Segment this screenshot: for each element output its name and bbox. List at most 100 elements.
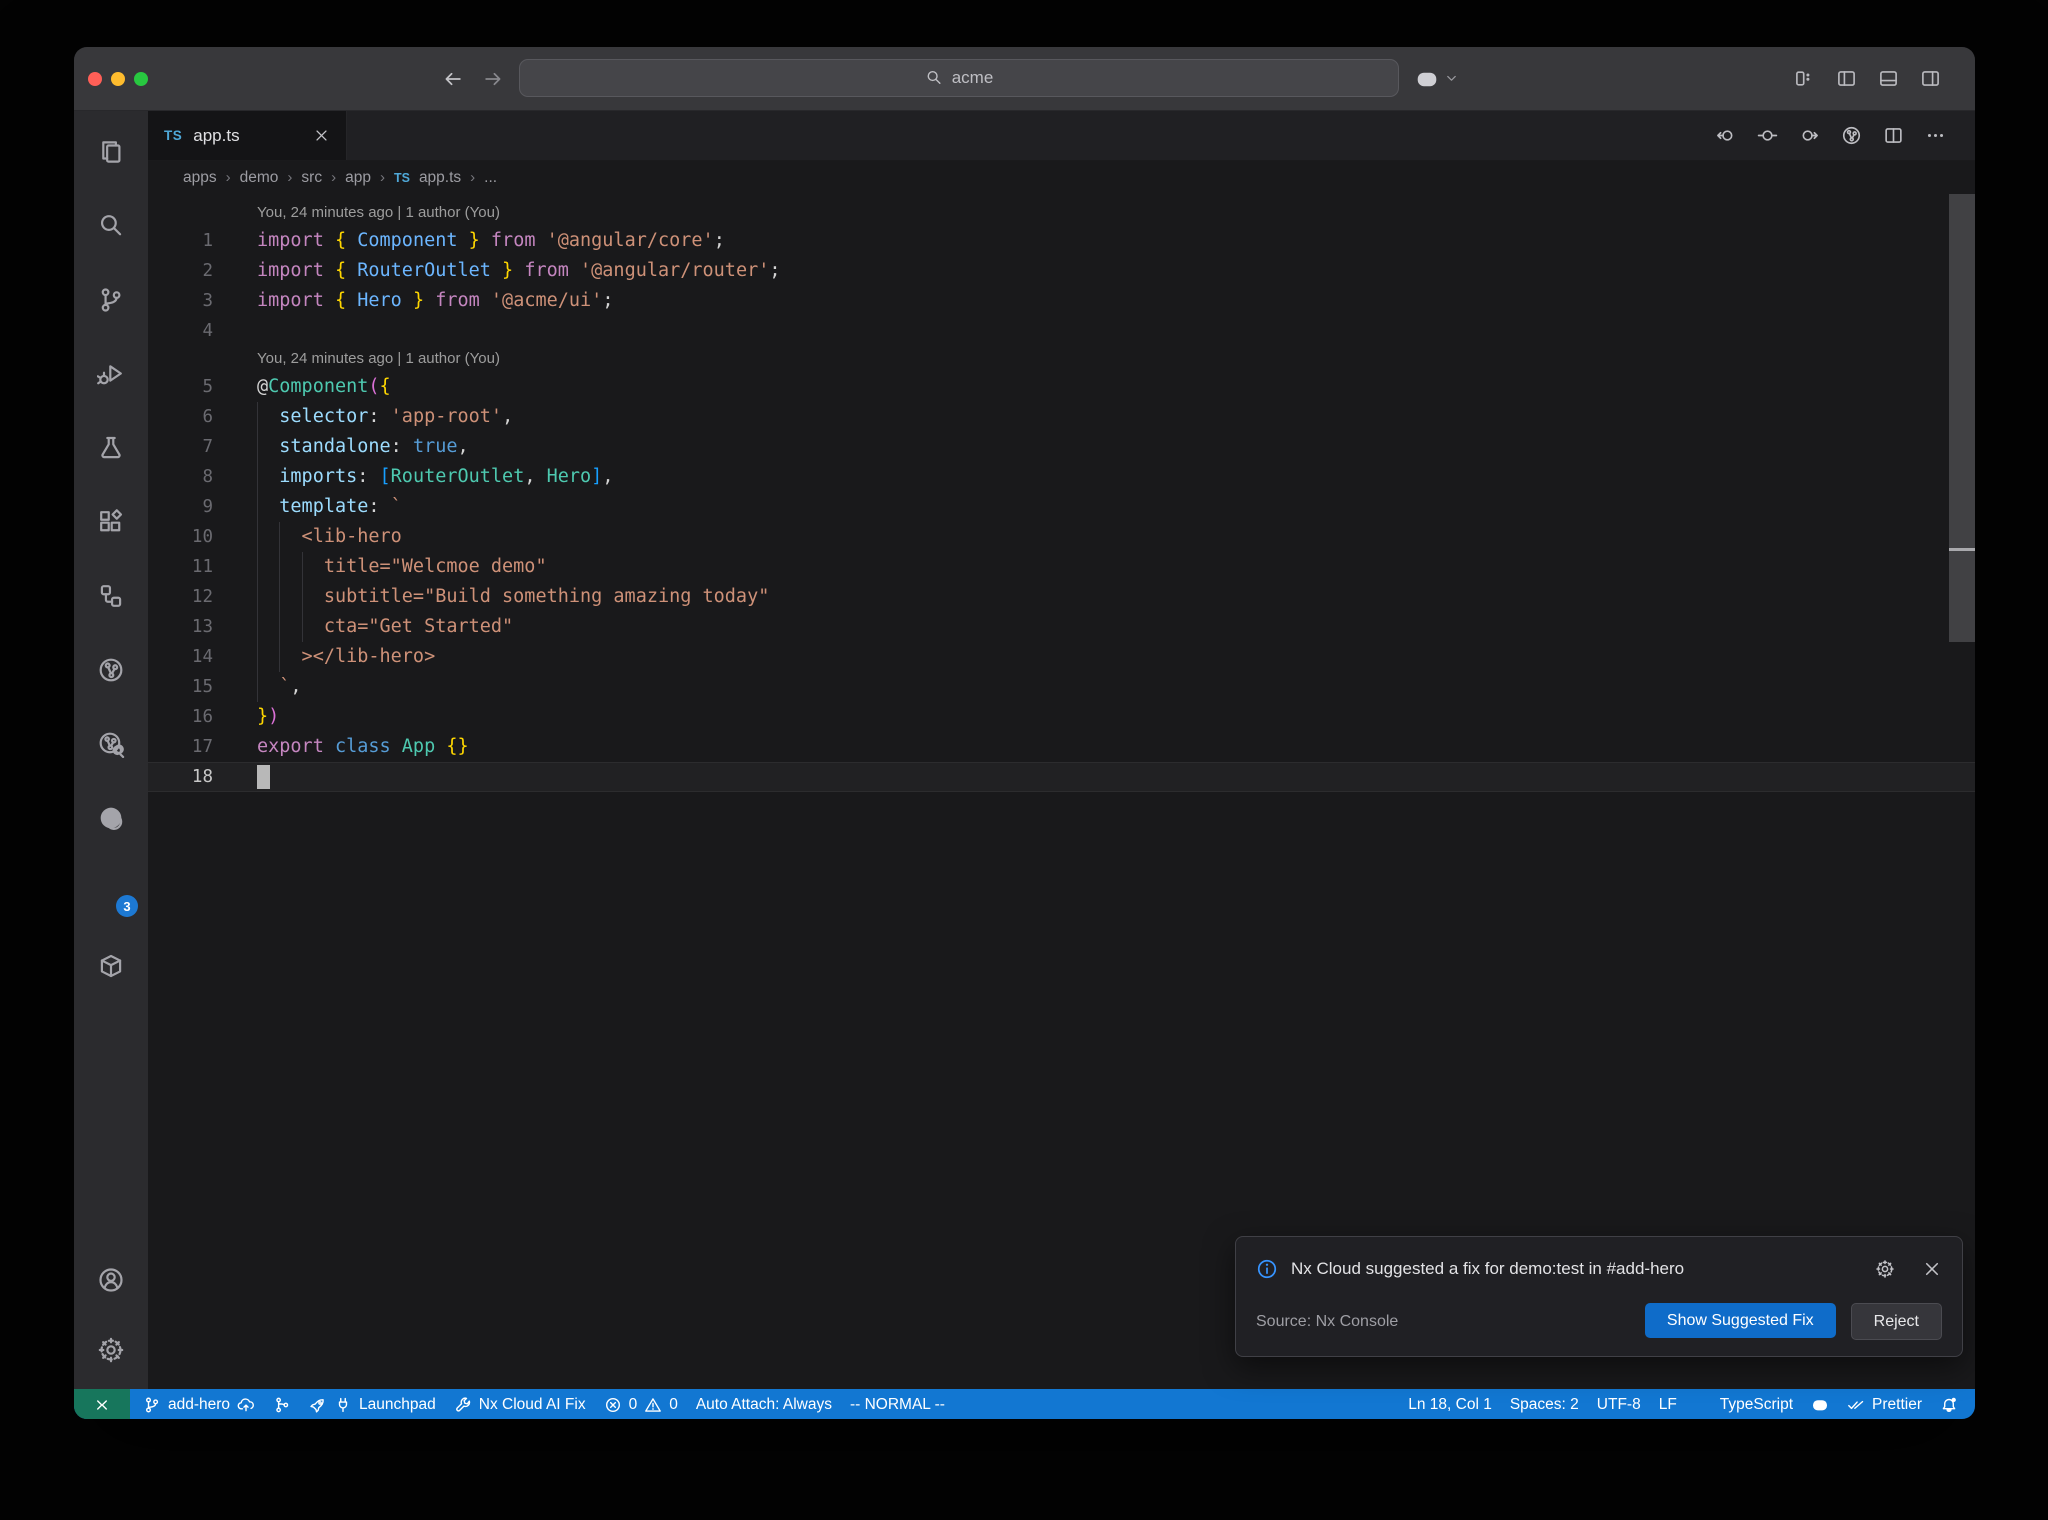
editor-scrollbar[interactable] [1949,194,1975,1389]
activity-edge-tools[interactable] [74,781,148,855]
show-suggested-fix-button[interactable]: Show Suggested Fix [1644,1303,1836,1338]
activity-testing[interactable] [74,411,148,485]
status-eol[interactable]: LF [1650,1389,1686,1419]
git-branch-icon [143,1396,161,1414]
activity-run-and-debug[interactable] [74,337,148,411]
activity-source-control[interactable] [74,263,148,337]
search-icon [925,69,943,87]
git-graph-icon [273,1396,291,1414]
status-auto-attach[interactable]: Auto Attach: Always [687,1389,841,1419]
close-tab-icon[interactable] [313,127,330,144]
activity-search[interactable] [74,189,148,263]
code-line-7[interactable]: 7 standalone: true, [148,432,1975,462]
status-vim-mode[interactable]: -- NORMAL -- [841,1389,954,1419]
search-value: acme [951,68,994,87]
back-arrow-icon[interactable] [442,68,464,90]
activity-settings[interactable] [74,1315,148,1385]
code-line-17[interactable]: 17 export class App {} [148,732,1975,762]
breadcrumb-item[interactable]: src [301,169,322,187]
status-launchpad[interactable]: Launchpad [300,1389,445,1419]
line-number: 7 [202,437,213,457]
code-line-11[interactable]: 11 title="Welcmoe demo" [148,552,1975,582]
toggle-primary-sidebar-icon[interactable] [1836,68,1857,89]
command-center-search[interactable]: acme [519,59,1399,97]
status-encoding[interactable]: UTF-8 [1588,1389,1650,1419]
close-window-button[interactable] [88,71,102,86]
activity-accounts[interactable] [74,1245,148,1315]
notification-settings-icon[interactable] [1875,1259,1895,1279]
tab-app-ts[interactable]: TS app.ts [148,111,347,160]
status-notifications-bell[interactable] [1931,1389,1967,1419]
gear-icon [97,1336,125,1364]
activity-type-hierarchy[interactable] [74,559,148,633]
status-formatter[interactable]: Prettier [1838,1389,1931,1419]
code-line-1[interactable]: 1 import { Component } from '@angular/cor… [148,226,1975,256]
code-line-2[interactable]: 2 import { RouterOutlet } from '@angular/… [148,256,1975,286]
code-editor[interactable]: You, 24 minutes ago | 1 author (You) 1 imp… [148,194,1975,1389]
wrench-icon [454,1396,472,1414]
code-line-12[interactable]: 12 subtitle="Build something amazing tod… [148,582,1975,612]
code-line-16[interactable]: 16}) [148,702,1975,732]
code-line-15[interactable]: 15 `, [148,672,1975,702]
screen: acme N> 3 TS app.ts apps › demo › src › … [0,0,2048,1520]
graph-circle-icon [97,656,125,684]
code-line-8[interactable]: 8 imports: [RouterOutlet, Hero], [148,462,1975,492]
breadcrumb: apps › demo › src › app › TS app.ts ›... [148,161,1975,194]
status-language-mode[interactable]: {} TypeScript [1686,1389,1802,1419]
titlebar: acme [74,47,1975,111]
customize-layout-icon[interactable] [1794,68,1815,89]
forward-arrow-icon[interactable] [482,68,504,90]
activity-nx-cloud[interactable] [74,633,148,707]
breadcrumb-item[interactable]: apps [183,169,217,187]
split-editor-icon[interactable] [1883,125,1904,146]
code-line-4[interactable]: 4 [148,316,1975,346]
breadcrumb-separator: › [379,169,385,186]
package-icon [97,952,125,980]
activity-package-explorer[interactable] [74,929,148,1003]
activity-explorer[interactable] [74,115,148,189]
copilot-menu[interactable] [1415,47,1459,110]
code-line-6[interactable]: 6 selector: 'app-root', [148,402,1975,432]
status-remote-indicator[interactable] [74,1389,130,1419]
code-line-10[interactable]: 10 <lib-hero [148,522,1975,552]
nav-forward-icon[interactable] [1799,125,1820,146]
codelens[interactable]: You, 24 minutes ago | 1 author (You) [148,200,1975,226]
nav-back-icon[interactable] [1715,125,1736,146]
zoom-window-button[interactable] [134,71,148,86]
codelens[interactable]: You, 24 minutes ago | 1 author (You) [148,346,1975,372]
status-nx-cloud-ai-fix[interactable]: Nx Cloud AI Fix [445,1389,595,1419]
breadcrumb-file[interactable]: app.ts [419,169,461,187]
notification-close-icon[interactable] [1922,1259,1942,1279]
breadcrumb-more[interactable]: ... [484,169,497,187]
activity-extensions[interactable] [74,485,148,559]
line-number: 14 [191,647,213,667]
status-git-branch[interactable]: add-hero [134,1389,264,1419]
code-line-18[interactable]: 18 [148,762,1975,792]
status-problems[interactable]: 00 [595,1389,687,1419]
status-indentation[interactable]: Spaces: 2 [1501,1389,1588,1419]
breadcrumb-item[interactable]: app [345,169,371,187]
reject-button[interactable]: Reject [1850,1303,1942,1340]
activity-nx-graph-search[interactable] [74,707,148,781]
status-git-graph[interactable] [264,1389,300,1419]
breadcrumb-item[interactable]: demo [240,169,279,187]
toggle-panel-icon[interactable] [1878,68,1899,89]
main-area: N> 3 TS app.ts apps › demo › src › app ›… [74,111,1975,1389]
nx-graph-icon[interactable] [1841,125,1862,146]
more-actions-icon[interactable] [1925,125,1946,146]
nav-location-icon[interactable] [1757,125,1778,146]
scrollbar-slider[interactable] [1949,194,1975,642]
minimize-window-button[interactable] [111,71,125,86]
code-line-5[interactable]: 5 @Component({ [148,372,1975,402]
code-line-13[interactable]: 13 cta="Get Started" [148,612,1975,642]
activity-nx-console[interactable]: N> 3 [74,855,148,929]
toggle-secondary-sidebar-icon[interactable] [1920,68,1941,89]
status-cursor-position[interactable]: Ln 18, Col 1 [1399,1389,1501,1419]
code-line-14[interactable]: 14 ></lib-hero> [148,642,1975,672]
breadcrumb-separator: › [470,169,476,186]
status-copilot-status[interactable] [1802,1389,1838,1419]
activity-badge: 3 [116,895,138,917]
text-cursor [257,765,270,789]
code-line-3[interactable]: 3 import { Hero } from '@acme/ui'; [148,286,1975,316]
code-line-9[interactable]: 9 template: ` [148,492,1975,522]
